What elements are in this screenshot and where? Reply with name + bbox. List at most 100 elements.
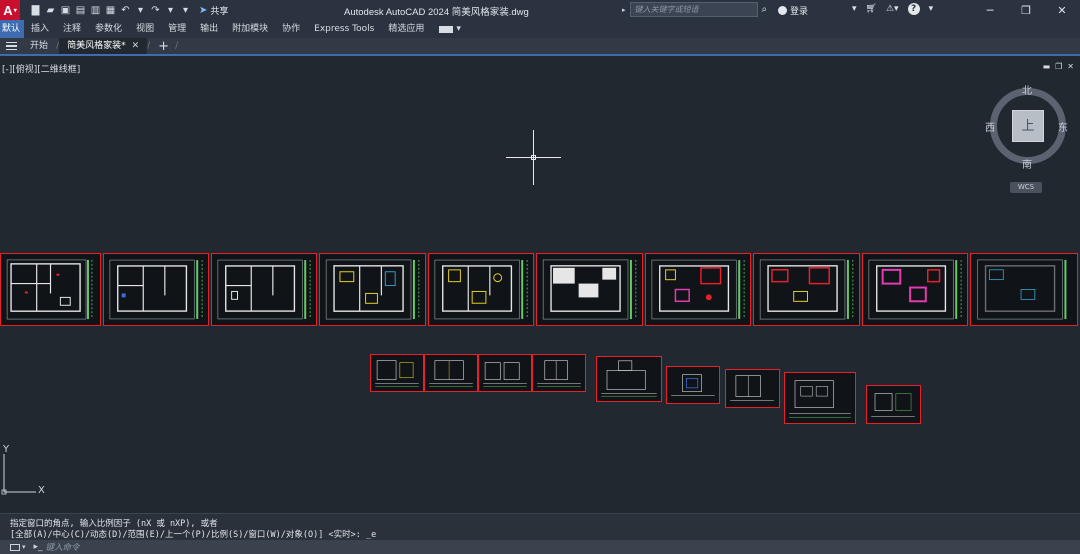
floorplan-sheet[interactable] [103, 253, 209, 326]
ribbon-tabs: 默认 插入 注释 参数化 视图 管理 输出 附加模块 协作 Express To… [0, 20, 1080, 38]
floorplan-drawing [651, 259, 745, 320]
floorplan-sheet[interactable] [211, 253, 317, 326]
tab-insert[interactable]: 插入 [24, 20, 56, 38]
tab-view[interactable]: 视图 [129, 20, 161, 38]
tab-featured-apps[interactable]: 精选应用 [381, 20, 431, 38]
command-line[interactable]: ▾ ▸_ 键入命令 [0, 540, 1080, 554]
minimize-icon[interactable]: ─ [972, 0, 1008, 20]
share-button[interactable]: ➤ 共享 [199, 4, 228, 17]
keyboard-icon[interactable] [10, 543, 20, 551]
floorplan-sheet[interactable] [536, 253, 643, 326]
open-web-icon[interactable]: ▥ [90, 5, 101, 16]
drawing-viewport[interactable]: [-][俯视][二维线框] ▬ ❐ ✕ 上 北 南 东 西 WCS Y X [0, 58, 1080, 513]
floorplan-sheet[interactable] [862, 253, 968, 326]
chevron-down-icon[interactable]: ▾ [852, 4, 857, 14]
compass-east[interactable]: 东 [1058, 119, 1068, 134]
elevation-drawing [429, 360, 473, 387]
elevation-sheet[interactable] [725, 369, 780, 408]
save-icon[interactable]: ▣ [60, 5, 71, 16]
elevation-sheet[interactable] [532, 354, 586, 392]
redo-dropdown-icon[interactable]: ▾ [165, 5, 176, 16]
floorplan-sheet[interactable] [753, 253, 860, 326]
floorplan-sheet[interactable] [970, 253, 1078, 326]
chevron-down-icon[interactable]: ▾ [22, 543, 26, 551]
elevation-sheet[interactable] [370, 354, 424, 392]
chevron-right-icon[interactable]: ▸ [622, 6, 626, 14]
viewcube[interactable]: 上 北 南 东 西 [985, 82, 1070, 171]
floorplan-sheet[interactable] [645, 253, 751, 326]
elevation-drawing [730, 375, 774, 401]
panel-toggle-icon [439, 25, 454, 33]
autodesk-app-icon[interactable]: ⚠︎▾ [886, 4, 899, 14]
window-title: Autodesk AutoCAD 2024 简美风格家装.dwg [344, 7, 529, 18]
help-icon[interactable]: ? [907, 3, 920, 15]
elevation-drawing [601, 360, 657, 397]
viewcube-top-face[interactable]: 上 [1012, 110, 1044, 142]
application-menu-button[interactable]: A ▾ [0, 0, 20, 20]
restore-icon[interactable]: ❐ [1008, 0, 1044, 20]
elevation-sheet[interactable] [866, 385, 921, 424]
elevation-sheet[interactable] [784, 372, 856, 424]
tab-start[interactable]: 开始 [22, 38, 56, 54]
elevation-sheet[interactable] [596, 356, 662, 402]
minimize-icon[interactable]: ▬ [1043, 62, 1051, 71]
restore-icon[interactable]: ❐ [1055, 62, 1062, 71]
plot-icon[interactable]: ▦ [105, 5, 116, 16]
redo-icon[interactable]: ↷ [150, 5, 161, 16]
search-input[interactable]: 键入关键字或短语 [629, 2, 758, 17]
command-input[interactable]: 键入命令 [46, 541, 80, 553]
undo-dropdown-icon[interactable]: ▾ [135, 5, 146, 16]
quick-access-toolbar: ▇ ▰ ▣ ▤ ▥ ▦ ↶ ▾ ↷ ▾ ▾ ➤ 共享 [30, 4, 229, 17]
tab-collaborate[interactable]: 协作 [275, 20, 307, 38]
title-bar: A ▾ ▇ ▰ ▣ ▤ ▥ ▦ ↶ ▾ ↷ ▾ ▾ ➤ 共享 Autodesk Au… [0, 0, 1080, 20]
tab-addins[interactable]: 附加模块 [225, 20, 275, 38]
open-folder-icon[interactable]: ▰ [45, 5, 56, 16]
tab-default[interactable]: 默认 [0, 20, 25, 38]
tab-express-tools[interactable]: Express Tools [307, 20, 381, 38]
viewport-window-controls: ▬ ❐ ✕ [1043, 62, 1074, 71]
search-area: ▸ 键入关键字或短语 ⌕ [622, 2, 767, 17]
close-icon[interactable]: ✕ [1044, 0, 1080, 20]
divider: / [147, 41, 151, 51]
elevation-sheet[interactable] [666, 366, 720, 404]
search-icon[interactable]: ⌕ [762, 4, 768, 15]
elevation-drawing [871, 393, 915, 417]
tab-annotate[interactable]: 注释 [56, 20, 88, 38]
viewport-controls-label[interactable]: [-][俯视][二维线框] [2, 62, 80, 75]
customize-qat-icon[interactable]: ▾ [180, 5, 191, 16]
login-button[interactable]: 登录 [778, 4, 808, 17]
share-label: 共享 [210, 6, 229, 17]
ribbon-display-toggle[interactable]: ▾ [439, 24, 461, 34]
elevation-drawing [375, 360, 419, 387]
floorplan-drawing [217, 259, 311, 320]
file-tabs-menu-icon[interactable] [0, 41, 22, 51]
floorplan-sheet[interactable] [319, 253, 426, 326]
chevron-down-icon: ▾ [13, 7, 17, 14]
save-as-icon[interactable]: ▤ [75, 5, 86, 16]
new-tab-icon[interactable]: + [158, 39, 169, 54]
tab-manage[interactable]: 管理 [161, 20, 193, 38]
tab-drawing[interactable]: 简美风格家装* ✕ [59, 38, 148, 54]
compass-south[interactable]: 南 [1022, 156, 1032, 171]
elevation-sheet[interactable] [424, 354, 478, 392]
floorplan-drawing [977, 259, 1067, 320]
wcs-menu[interactable]: WCS [1010, 182, 1042, 193]
elevation-sheet[interactable] [478, 354, 532, 392]
undo-icon[interactable]: ↶ [120, 5, 131, 16]
tab-parametric[interactable]: 参数化 [88, 20, 129, 38]
chevron-down-icon[interactable]: ▾ [929, 4, 934, 14]
close-tab-icon[interactable]: ✕ [132, 41, 140, 51]
tab-output[interactable]: 输出 [193, 20, 225, 38]
ucs-icon: Y X [0, 444, 50, 500]
command-history: 指定窗口的角点, 输入比例因子 (nX 或 nXP), 或者 [全部(A)/中心… [0, 513, 1080, 540]
floorplan-drawing [542, 259, 637, 320]
floorplan-sheet[interactable] [0, 253, 101, 326]
window-controls: ─ ❐ ✕ [972, 0, 1080, 20]
divider: / [175, 41, 179, 51]
compass-north[interactable]: 北 [1022, 82, 1032, 97]
cart-icon[interactable]: 🛒︎ [866, 4, 877, 14]
floorplan-sheet[interactable] [428, 253, 534, 326]
new-file-icon[interactable]: ▇ [30, 5, 41, 16]
compass-west[interactable]: 西 [985, 119, 995, 134]
close-icon[interactable]: ✕ [1067, 62, 1074, 71]
